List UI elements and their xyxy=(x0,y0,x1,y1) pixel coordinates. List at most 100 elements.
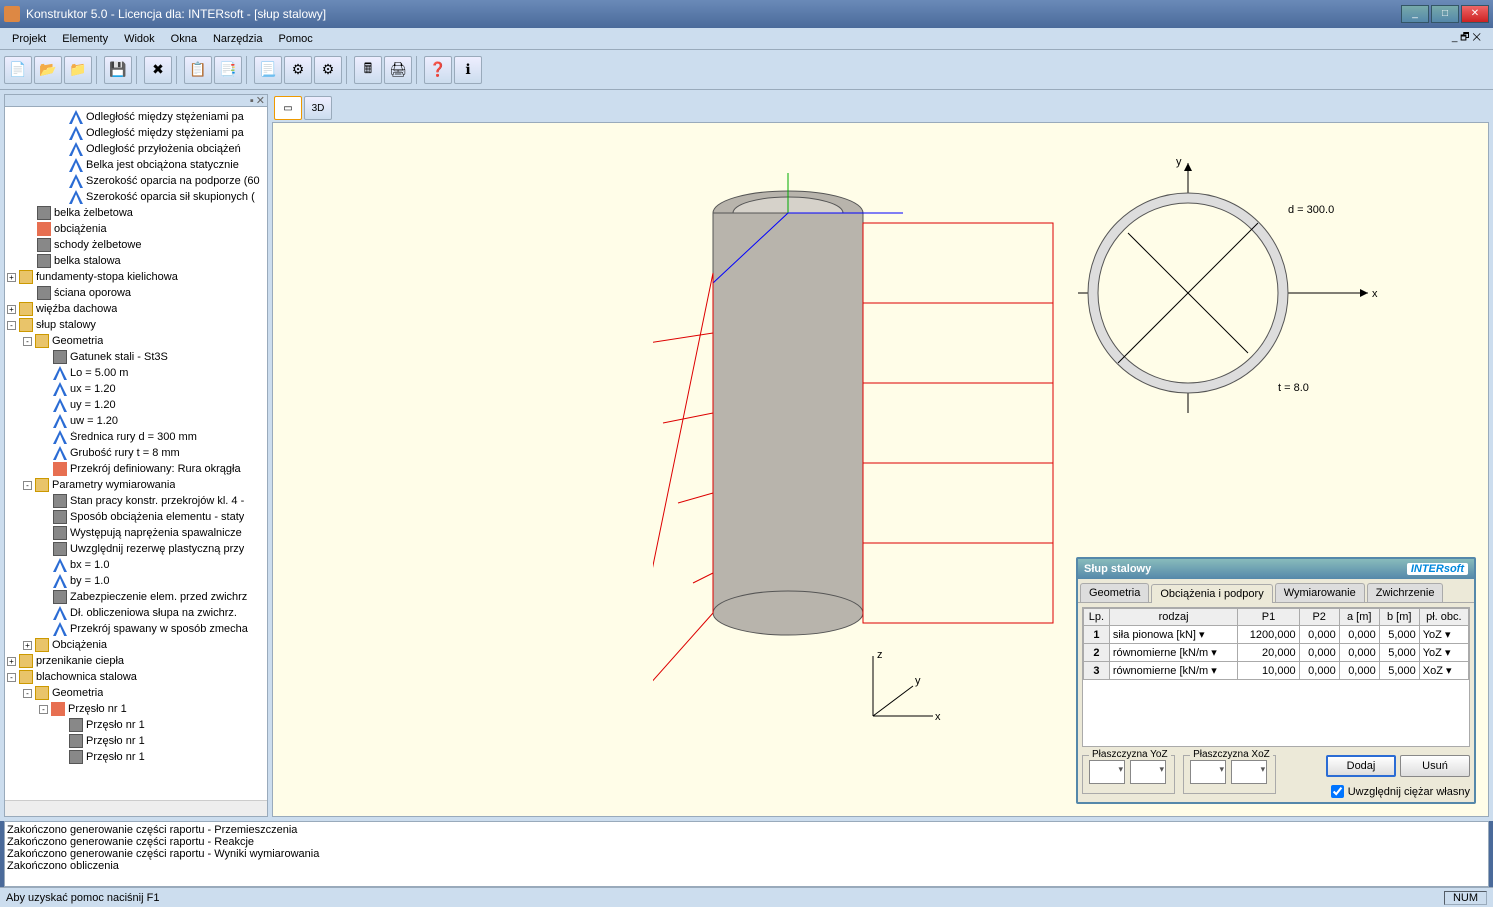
tree-item[interactable]: Przekrój definiowany: Rura okrągła xyxy=(7,461,265,477)
tree-item[interactable]: by = 1.0 xyxy=(7,573,265,589)
tree-item[interactable]: -Geometria xyxy=(7,685,265,701)
loads-table[interactable]: Lp.rodzaj P1P2 a [m]b [m]pł. obc. 1siła … xyxy=(1082,607,1470,747)
doc3-icon[interactable]: 📃 xyxy=(254,56,282,84)
menu-narzedzia[interactable]: Narzędzia xyxy=(205,33,271,45)
tab-zwichrzenie[interactable]: Zwichrzenie xyxy=(1367,583,1444,602)
tree-item[interactable]: uw = 1.20 xyxy=(7,413,265,429)
canvas-area: ▭ 3D xyxy=(272,94,1489,817)
log-line: Zakończono generowanie części raportu - … xyxy=(7,836,1486,848)
folder-icon[interactable]: 📁 xyxy=(64,56,92,84)
delete-icon[interactable]: ✖ xyxy=(144,56,172,84)
tree-item[interactable]: Odległość między stężeniami pa xyxy=(7,125,265,141)
tree-item[interactable]: ux = 1.20 xyxy=(7,381,265,397)
tree-item[interactable]: Zabezpieczenie elem. przed zwichrz xyxy=(7,589,265,605)
tree-item[interactable]: +przenikanie ciepła xyxy=(7,653,265,669)
tree-item[interactable]: Belka jest obciążona statycznie xyxy=(7,157,265,173)
tab-obciazenia[interactable]: Obciążenia i podpory xyxy=(1151,584,1272,603)
tree-item[interactable]: Lo = 5.00 m xyxy=(7,365,265,381)
drawing-canvas[interactable]: z x y x y d = 300.0 t = 8.0 Słup st xyxy=(272,122,1489,817)
brand-label: INTERsoft xyxy=(1407,563,1468,575)
tree-item[interactable]: Stan pracy konstr. przekrojów kl. 4 - xyxy=(7,493,265,509)
menu-okna[interactable]: Okna xyxy=(163,33,205,45)
menu-elementy[interactable]: Elementy xyxy=(54,33,116,45)
tree-item[interactable]: Odległość między stężeniami pa xyxy=(7,109,265,125)
xoz-top-combo[interactable] xyxy=(1190,760,1226,784)
panel-header: ▪✕ xyxy=(5,95,267,107)
view-3d-button[interactable]: 3D xyxy=(304,96,332,120)
window-title: Konstruktor 5.0 - Licencja dla: INTERsof… xyxy=(26,7,1401,21)
tree-item[interactable]: Występują naprężenia spawalnicze xyxy=(7,525,265,541)
pin-icon[interactable]: ▪ xyxy=(250,95,254,107)
maximize-button[interactable]: □ xyxy=(1431,5,1459,23)
tree-item[interactable]: uy = 1.20 xyxy=(7,397,265,413)
tree-item[interactable]: -słup stalowy xyxy=(7,317,265,333)
log-line: Zakończono generowanie części raportu - … xyxy=(7,824,1486,836)
tree-item[interactable]: Grubość rury t = 8 mm xyxy=(7,445,265,461)
tree-item[interactable]: belka żelbetowa xyxy=(7,205,265,221)
gear1-icon[interactable]: ⚙ xyxy=(284,56,312,84)
tree-item[interactable]: -Geometria xyxy=(7,333,265,349)
tree-item[interactable]: +Obciążenia xyxy=(7,637,265,653)
save-icon[interactable]: 💾 xyxy=(104,56,132,84)
xoz-bottom-combo[interactable] xyxy=(1231,760,1267,784)
gear2-icon[interactable]: ⚙ xyxy=(314,56,342,84)
self-weight-checkbox[interactable]: Uwzględnij ciężar własny xyxy=(1331,785,1470,798)
tree-item[interactable]: ściana oporowa xyxy=(7,285,265,301)
tab-geometria[interactable]: Geometria xyxy=(1080,583,1149,602)
calc-icon[interactable]: 🖩 xyxy=(354,56,382,84)
tab-wymiarowanie[interactable]: Wymiarowanie xyxy=(1275,583,1365,602)
help-icon[interactable]: ❓ xyxy=(424,56,452,84)
svg-text:z: z xyxy=(877,649,883,661)
tree-item[interactable]: Szerokość oparcia na podporze (60 xyxy=(7,173,265,189)
tree-item[interactable]: Gatunek stali - St3S xyxy=(7,349,265,365)
tree-item[interactable]: -Przęsło nr 1 xyxy=(7,701,265,717)
minimize-button[interactable]: _ xyxy=(1401,5,1429,23)
menu-pomoc[interactable]: Pomoc xyxy=(271,33,321,45)
tree-item[interactable]: Średnica rury d = 300 mm xyxy=(7,429,265,445)
tree-item[interactable]: belka stalowa xyxy=(7,253,265,269)
tree-item[interactable]: Uwzględnij rezerwę plastyczną przy xyxy=(7,541,265,557)
tree-item[interactable]: Przekrój spawany w sposób zmecha xyxy=(7,621,265,637)
table-row[interactable]: 2równomierne [kN/m ▾20,0000,0000,0005,00… xyxy=(1084,644,1469,662)
tree-item[interactable]: Dł. obliczeniowa słupa na zwichrz. xyxy=(7,605,265,621)
yoz-bottom-combo[interactable] xyxy=(1130,760,1166,784)
print-icon[interactable]: 🖨 xyxy=(384,56,412,84)
tree-item[interactable]: Przęsło nr 1 xyxy=(7,733,265,749)
horiz-scrollbar[interactable] xyxy=(5,800,267,816)
tree-item[interactable]: +więźba dachowa xyxy=(7,301,265,317)
output-log[interactable]: Zakończono generowanie części raportu - … xyxy=(4,821,1489,887)
table-row[interactable]: 1siła pionowa [kN] ▾1200,0000,0000,0005,… xyxy=(1084,626,1469,644)
tree-item[interactable]: Odległość przyłożenia obciążeń xyxy=(7,141,265,157)
project-tree[interactable]: Odległość między stężeniami paOdległość … xyxy=(5,107,267,800)
tree-item[interactable]: Przęsło nr 1 xyxy=(7,749,265,765)
doc2-icon[interactable]: 📑 xyxy=(214,56,242,84)
window-buttons: _ □ ✕ xyxy=(1401,5,1489,23)
table-row[interactable]: 3równomierne [kN/m ▾10,0000,0000,0005,00… xyxy=(1084,662,1469,680)
plane-xoz-group: Płaszczyzna XoZ xyxy=(1183,755,1276,794)
doc1-icon[interactable]: 📋 xyxy=(184,56,212,84)
app-icon xyxy=(4,6,20,22)
close-button[interactable]: ✕ xyxy=(1461,5,1489,23)
tree-item[interactable]: obciążenia xyxy=(7,221,265,237)
tree-item[interactable]: +fundamenty-stopa kielichowa xyxy=(7,269,265,285)
menu-widok[interactable]: Widok xyxy=(116,33,163,45)
tree-item[interactable]: Szerokość oparcia sił skupionych ( xyxy=(7,189,265,205)
tree-item[interactable]: schody żelbetowe xyxy=(7,237,265,253)
tree-item[interactable]: Sposób obciążenia elementu - staty xyxy=(7,509,265,525)
column-3d-view xyxy=(653,163,1073,703)
open-icon[interactable]: 📂 xyxy=(34,56,62,84)
tree-item[interactable]: -Parametry wymiarowania xyxy=(7,477,265,493)
delete-button[interactable]: Usuń xyxy=(1400,755,1470,777)
info-icon[interactable]: ℹ xyxy=(454,56,482,84)
close-panel-icon[interactable]: ✕ xyxy=(256,94,265,107)
new-icon[interactable]: 📄 xyxy=(4,56,32,84)
view-2d-button[interactable]: ▭ xyxy=(274,96,302,120)
tree-item[interactable]: -blachownica stalowa xyxy=(7,669,265,685)
mdi-controls[interactable]: _ 🗗 ✕ xyxy=(1444,30,1489,47)
properties-panel: Słup stalowy INTERsoft Geometria Obciąże… xyxy=(1076,557,1476,804)
menu-projekt[interactable]: Projekt xyxy=(4,33,54,45)
tree-item[interactable]: Przęsło nr 1 xyxy=(7,717,265,733)
add-button[interactable]: Dodaj xyxy=(1326,755,1396,777)
yoz-top-combo[interactable] xyxy=(1089,760,1125,784)
tree-item[interactable]: bx = 1.0 xyxy=(7,557,265,573)
